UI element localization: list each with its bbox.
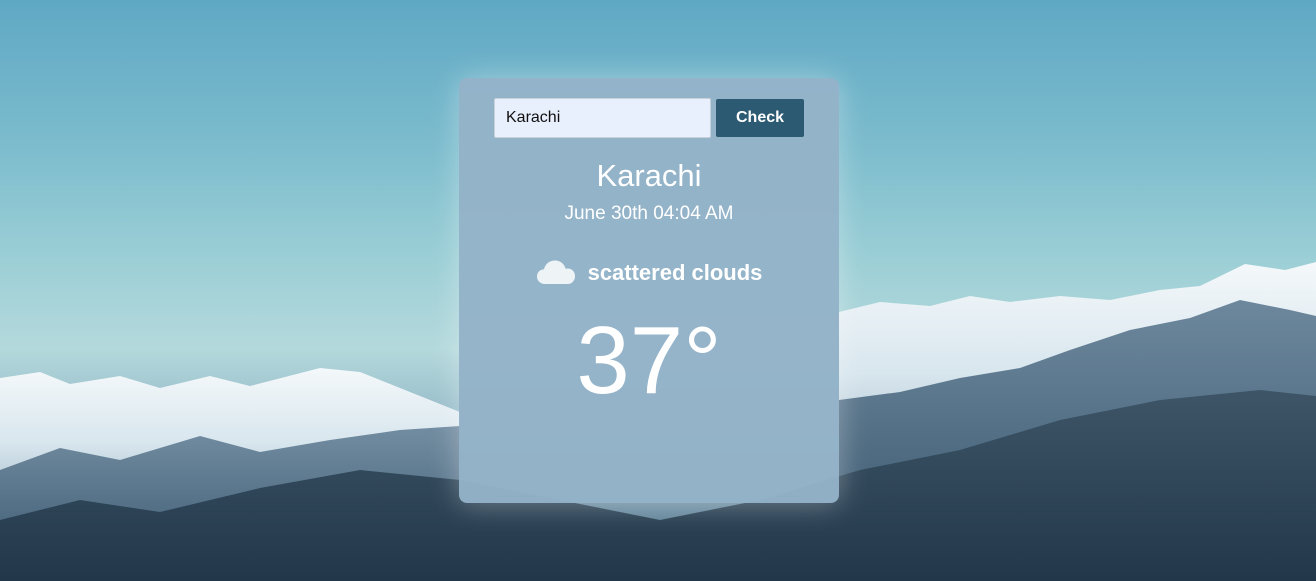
temperature: 37° bbox=[576, 307, 722, 414]
search-bar: Check bbox=[494, 98, 804, 138]
weather-condition: scattered clouds bbox=[459, 258, 839, 288]
background-landscape: Check Karachi June 30th 04:04 AM scatter… bbox=[0, 0, 1316, 581]
city-search-input[interactable] bbox=[494, 98, 711, 138]
condition-text: scattered clouds bbox=[587, 260, 763, 285]
cloud-icon bbox=[536, 258, 576, 288]
weather-card: Check Karachi June 30th 04:04 AM scatter… bbox=[459, 78, 839, 503]
city-name: Karachi bbox=[596, 158, 702, 193]
date-time: June 30th 04:04 AM bbox=[564, 203, 734, 224]
check-button[interactable]: Check bbox=[716, 99, 804, 137]
